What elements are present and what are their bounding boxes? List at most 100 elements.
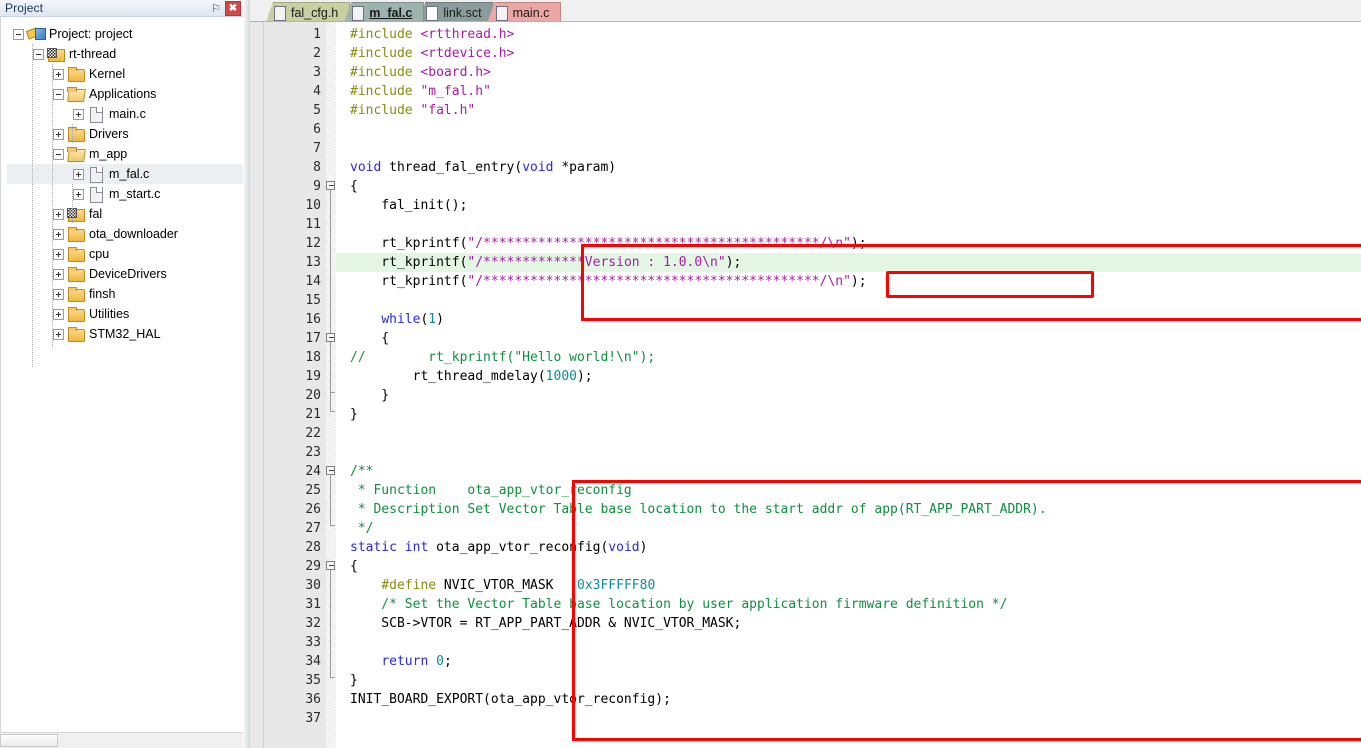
expand-icon[interactable] — [73, 168, 84, 180]
code-line[interactable]: static int ota_app_vtor_reconfig(void) — [336, 538, 1361, 557]
expand-icon[interactable] — [53, 248, 64, 260]
code-line[interactable] — [336, 633, 1361, 652]
code-token: rt_thread_mdelay( — [350, 369, 546, 384]
code-token: * Description Set Vector Table base loca… — [350, 502, 1047, 517]
expand-icon[interactable] — [53, 68, 64, 80]
tree-item-finsh[interactable]: finsh — [7, 284, 243, 304]
code-line[interactable]: { — [336, 177, 1361, 196]
tree-item-applications[interactable]: Applications — [7, 84, 243, 104]
expand-icon[interactable] — [53, 288, 64, 300]
collapse-icon[interactable] — [13, 28, 24, 40]
fold-toggle-icon[interactable] — [326, 561, 335, 570]
code-line[interactable]: SCB->VTOR = RT_APP_PART_ADDR & NVIC_VTOR… — [336, 614, 1361, 633]
tree-item-project-project[interactable]: Project: project — [7, 24, 243, 44]
code-line[interactable]: rt_kprintf("/***************************… — [336, 272, 1361, 291]
line-number: 6 — [313, 122, 321, 137]
collapse-icon[interactable] — [33, 48, 44, 60]
expand-icon[interactable] — [73, 188, 84, 200]
code-token: "/**************************************… — [467, 236, 851, 251]
code-line[interactable]: return 0; — [336, 652, 1361, 671]
code-line[interactable]: } — [336, 386, 1361, 405]
tree-item-ota-downloader[interactable]: ota_downloader — [7, 224, 243, 244]
expand-icon[interactable] — [53, 308, 64, 320]
line-number: 3 — [313, 65, 321, 80]
code-line[interactable]: * Function ota_app_vtor_reconfig — [336, 481, 1361, 500]
expand-icon[interactable] — [53, 208, 64, 220]
tree-item-fal[interactable]: fal — [7, 204, 243, 224]
tree-item-utilities[interactable]: Utilities — [7, 304, 243, 324]
tree-item-cpu[interactable]: cpu — [7, 244, 243, 264]
expand-icon[interactable] — [53, 228, 64, 240]
tree-item-stm32-hal[interactable]: STM32_HAL — [7, 324, 243, 344]
fold-toggle-icon[interactable] — [326, 181, 335, 190]
code-line[interactable] — [336, 443, 1361, 462]
collapse-icon[interactable] — [53, 88, 64, 100]
tree-item-m-fal-c[interactable]: m_fal.c — [7, 164, 243, 184]
tree-item-label: ota_downloader — [89, 227, 178, 241]
code-line[interactable]: rt_kprintf("/*************Version : 1.0.… — [336, 253, 1361, 272]
expand-icon[interactable] — [73, 108, 84, 120]
line-number: 21 — [305, 407, 321, 422]
project-hscrollbar-thumb[interactable] — [0, 734, 58, 747]
code-token: rt_kprintf( — [350, 255, 468, 270]
code-line[interactable]: while(1) — [336, 310, 1361, 329]
code-line[interactable]: rt_kprintf("/***************************… — [336, 234, 1361, 253]
code-view[interactable]: 1 2 3 4 5 6 7 8 9 10 11 12 13 14 15 16 17 18 19 20 21 22 23 24 2… — [250, 22, 1361, 748]
pin-icon[interactable]: ⚐ — [208, 1, 224, 16]
code-line[interactable]: void thread_fal_entry(void *param) — [336, 158, 1361, 177]
code-line[interactable] — [336, 139, 1361, 158]
code-line[interactable]: * Description Set Vector Table base loca… — [336, 500, 1361, 519]
code-folding-margin[interactable] — [326, 22, 336, 748]
expand-icon[interactable] — [53, 328, 64, 340]
tree-item-rt-thread[interactable]: rt-thread — [7, 44, 243, 64]
code-line[interactable]: { — [336, 557, 1361, 576]
code-line[interactable]: #include <rtthread.h> — [336, 25, 1361, 44]
editor-tab-m-fal-c[interactable]: m_fal.c — [344, 2, 425, 22]
code-line[interactable]: { — [336, 329, 1361, 348]
code-line[interactable]: INIT_BOARD_EXPORT(ota_app_vtor_reconfig)… — [336, 690, 1361, 709]
fold-toggle-icon[interactable] — [326, 333, 335, 342]
code-line[interactable]: rt_thread_mdelay(1000); — [336, 367, 1361, 386]
code-line[interactable] — [336, 215, 1361, 234]
code-line[interactable]: #define NVIC_VTOR_MASK 0x3FFFFF80 — [336, 576, 1361, 595]
editor-tab-main-c[interactable]: main.c — [487, 2, 562, 22]
code-line[interactable]: } — [336, 405, 1361, 424]
code-line[interactable] — [336, 709, 1361, 728]
code-line[interactable]: } — [336, 671, 1361, 690]
project-tree-scroll[interactable]: Project: project rt-thread Kernel Applicati… — [0, 17, 243, 732]
tree-item-drivers[interactable]: Drivers — [7, 124, 243, 144]
code-line[interactable]: #include "fal.h" — [336, 101, 1361, 120]
code-line[interactable]: /* Set the Vector Table base location by… — [336, 595, 1361, 614]
expand-icon[interactable] — [53, 128, 64, 140]
tree-item-main-c[interactable]: main.c — [7, 104, 243, 124]
tree-item-m-app[interactable]: m_app — [7, 144, 243, 164]
tree-item-m-start-c[interactable]: m_start.c — [7, 184, 243, 204]
collapse-icon[interactable] — [53, 148, 64, 160]
code-text[interactable]: #include <rtthread.h> #include <rtdevice.… — [336, 22, 1361, 748]
expand-icon[interactable] — [53, 268, 64, 280]
code-line[interactable]: // rt_kprintf("Hello world!\n"); — [336, 348, 1361, 367]
code-line[interactable] — [336, 120, 1361, 139]
code-line[interactable]: */ — [336, 519, 1361, 538]
code-line[interactable] — [336, 291, 1361, 310]
code-line[interactable]: #include <rtdevice.h> — [336, 44, 1361, 63]
code-line[interactable] — [336, 424, 1361, 443]
tree-item-label: finsh — [89, 287, 116, 301]
editor-tab-link-sct[interactable]: link.sct — [418, 2, 494, 22]
tree-item-kernel[interactable]: Kernel — [7, 64, 243, 84]
project-hscrollbar[interactable] — [0, 732, 243, 748]
code-token: <board.h> — [420, 65, 491, 80]
code-line[interactable]: #include <board.h> — [336, 63, 1361, 82]
fold-toggle-icon[interactable] — [326, 466, 335, 475]
line-number: 17 — [305, 331, 321, 346]
code-line[interactable]: /** — [336, 462, 1361, 481]
tree-item-devicedrivers[interactable]: DeviceDrivers — [7, 264, 243, 284]
close-icon[interactable]: ✖ — [225, 0, 241, 16]
folder-icon — [67, 66, 85, 82]
code-line[interactable]: #include "m_fal.h" — [336, 82, 1361, 101]
code-token: } — [350, 673, 358, 688]
code-line[interactable]: fal_init(); — [336, 196, 1361, 215]
editor-tab-fal-cfg-h[interactable]: fal_cfg.h — [266, 2, 351, 22]
